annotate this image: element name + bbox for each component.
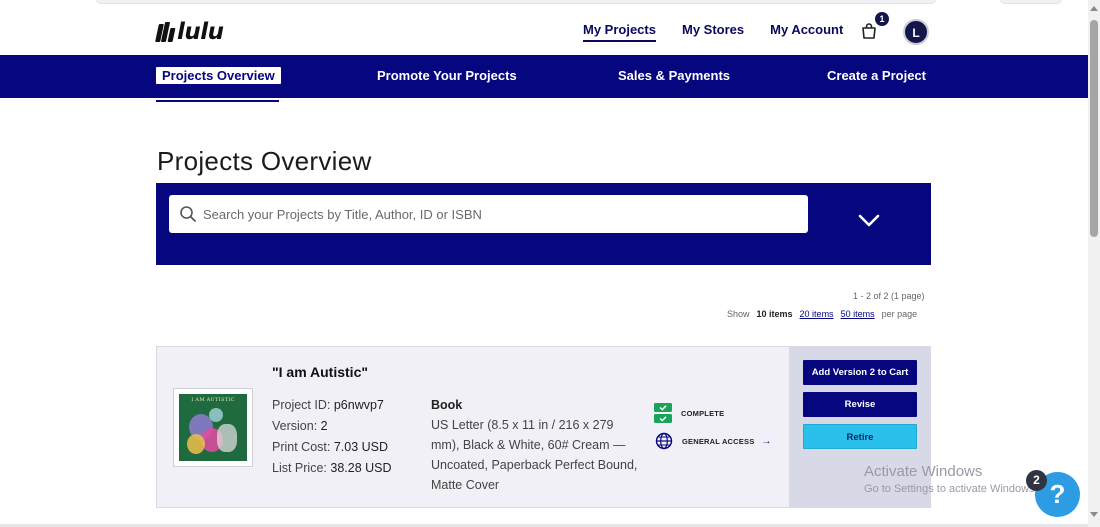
site-header: lulu My Projects My Stores My Account 1 … [0,8,1088,55]
print-cost-row: Print Cost: 7.03 USD [272,437,392,458]
page-size-20[interactable]: 20 items [800,309,834,319]
subnav-sales-payments[interactable]: Sales & Payments [618,68,730,83]
list-price-value: 38.28 USD [330,461,392,475]
format-info: Book US Letter (8.5 x 11 in / 216 x 279 … [431,395,643,495]
page-title: Projects Overview [157,146,372,176]
project-id-row: Project ID: p6nwvp7 [272,395,392,416]
nav-my-stores[interactable]: My Stores [682,22,744,42]
cover-title-text: I AM AUTISTIC [191,397,235,403]
status-complete: COMPLETE [654,403,724,423]
active-tab-indicator [156,100,279,102]
brand-name: lulu [177,19,224,45]
page-size-50[interactable]: 50 items [841,309,875,319]
format-details: US Letter (8.5 x 11 in / 216 x 279 mm), … [431,418,638,492]
help-notification-badge: 2 [1026,470,1047,491]
top-nav: My Projects My Stores My Account [583,22,869,42]
browser-address-bar [96,0,936,4]
version-row: Version: 2 [272,416,392,437]
page-size-current: 10 items [756,309,793,319]
search-box [169,195,808,233]
project-title[interactable]: "I am Autistic" [272,364,368,380]
globe-icon [655,432,673,450]
retire-button[interactable]: Retire [803,424,917,449]
print-cost-value: 7.03 USD [333,440,389,454]
project-id-label: Project ID: [272,398,331,412]
page-size-suffix: per page [881,309,918,319]
page-size-label: Show [727,309,750,319]
cover-art: I AM AUTISTIC [179,394,247,461]
status-complete-label: COMPLETE [681,408,725,418]
subnav-projects-overview[interactable]: Projects Overview [156,67,281,84]
revise-button[interactable]: Revise [803,392,917,417]
scroll-down-arrow-icon[interactable] [1090,512,1098,517]
subnav-create-project[interactable]: Create a Project [827,68,926,83]
lulu-logo[interactable]: lulu [155,19,224,45]
watermark-subtitle: Go to Settings to activate Windows. [864,483,1038,495]
arrow-right-icon: → [761,435,772,447]
shopping-bag-icon[interactable] [860,22,878,40]
project-search-input[interactable] [203,206,783,222]
nav-my-account[interactable]: My Account [770,22,843,42]
version-value: 2 [320,419,328,433]
chevron-down-icon[interactable] [857,213,881,229]
sub-nav: Projects Overview Promote Your Projects … [0,55,1088,98]
project-card: "I am Autistic" I AM AUTISTIC Project ID… [156,346,931,508]
pagination-summary: 1 - 2 of 2 (1 page) [853,291,925,301]
status-access-label: GENERAL ACCESS [682,436,755,446]
browser-control [1000,0,1062,4]
user-avatar[interactable]: L [903,19,929,45]
nav-my-projects[interactable]: My Projects [583,22,656,42]
list-price-label: List Price: [272,461,327,475]
browser-chrome-strip [0,0,1088,8]
page-scrollbar[interactable] [1088,0,1100,527]
logo-mark-icon [155,22,176,42]
cart-count-badge: 1 [875,12,889,26]
subnav-promote[interactable]: Promote Your Projects [377,68,517,83]
book-cover-thumbnail[interactable]: I AM AUTISTIC [173,388,253,467]
project-id-value: p6nwvp7 [333,398,384,412]
print-cost-label: Print Cost: [272,440,331,454]
search-icon [180,206,196,222]
list-price-row: List Price: 38.28 USD [272,458,392,479]
project-meta: Project ID: p6nwvp7 Version: 2 Print Cos… [272,395,392,479]
status-general-access[interactable]: GENERAL ACCESS → [654,432,772,450]
scroll-up-arrow-icon[interactable] [1090,6,1098,11]
page-size-selector: Show 10 items 20 items 50 items per page [727,309,917,319]
watermark-title: Activate Windows [864,463,983,480]
double-check-icon [654,403,672,423]
version-label: Version: [272,419,318,433]
format-type: Book [431,398,463,412]
search-panel [156,183,931,265]
add-version-to-cart-button[interactable]: Add Version 2 to Cart [803,360,917,385]
scrollbar-thumb[interactable] [1090,20,1098,237]
windows-activation-watermark: Activate Windows Go to Settings to activ… [864,463,1038,495]
